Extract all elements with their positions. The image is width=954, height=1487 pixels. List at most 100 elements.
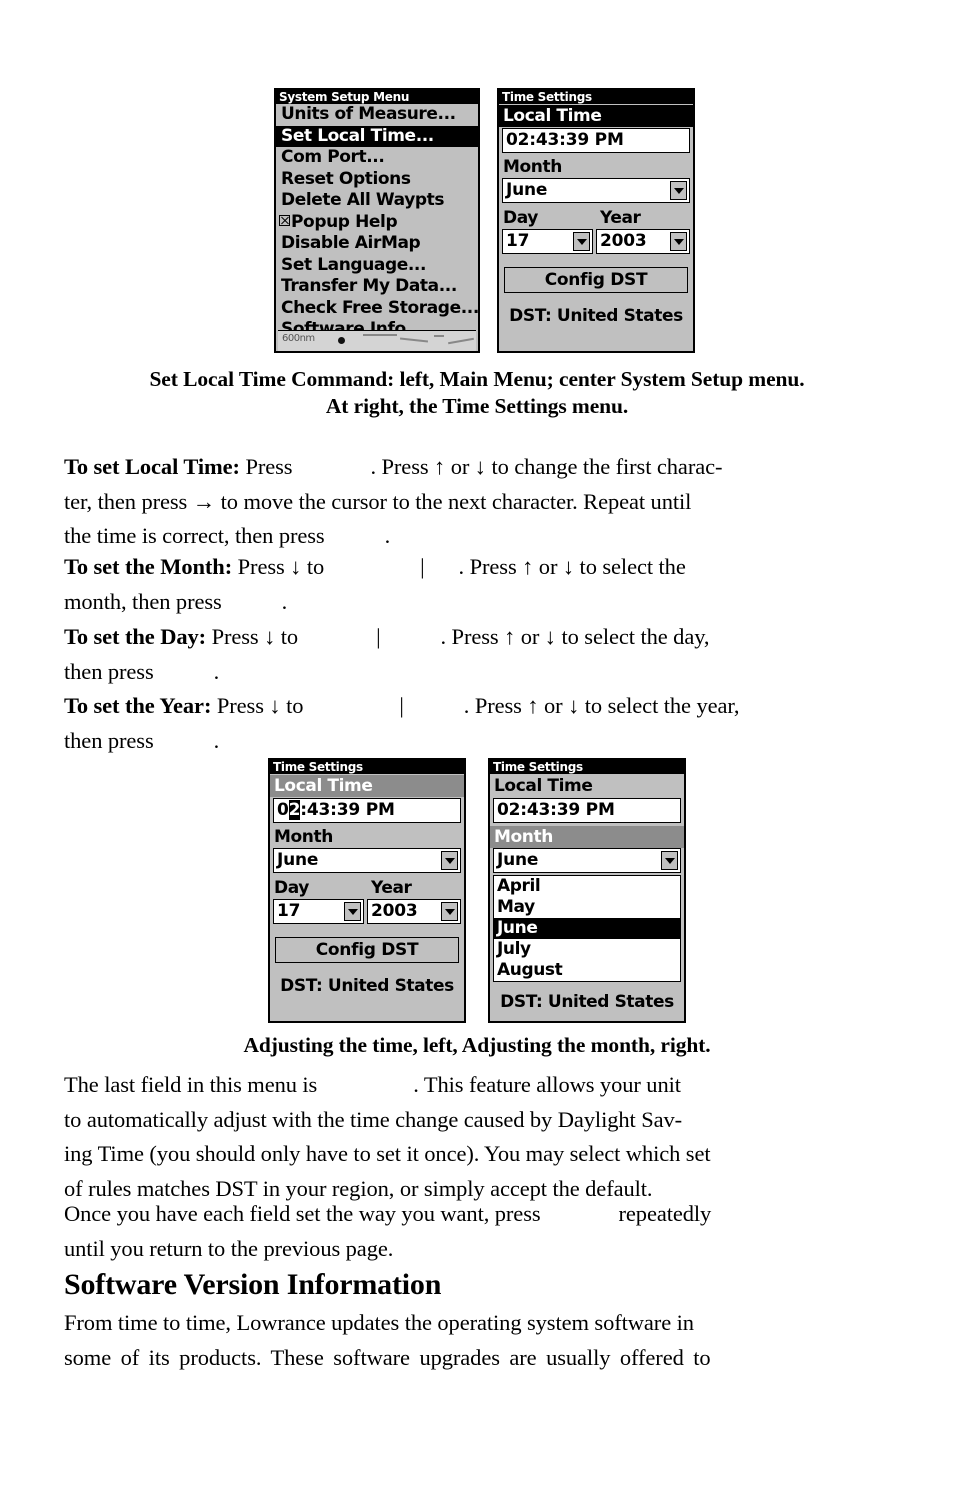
system-setup-menu-list: Units of Measure... Set Local Time... Co…	[276, 104, 478, 341]
month-label: Month	[503, 157, 562, 177]
time-settings-title: Time Settings	[499, 90, 693, 104]
paragraph-set-year: To set the Year: Press ↓ to | . Press ↑ or…	[64, 689, 890, 758]
menu-item-units-of-measure[interactable]: Units of Measure...	[276, 104, 478, 126]
chevron-down-icon[interactable]	[441, 851, 458, 870]
menu-item-delete-all-waypts[interactable]: Delete All Waypts	[276, 190, 478, 212]
paragraph-text: . This feature allows your unit	[413, 1072, 681, 1097]
month-select[interactable]: June	[502, 178, 690, 203]
local-time-value-after-cursor: :43:39 PM	[300, 800, 395, 820]
paragraph-text: From time to time, Lowrance updates the …	[64, 1310, 694, 1335]
year-select[interactable]: 2003	[367, 899, 461, 924]
month-option-june[interactable]: June	[494, 918, 680, 939]
month-select[interactable]: June	[493, 848, 681, 873]
paragraph-set-day: To set the Day: Press ↓ to | . Press ↑ or …	[64, 620, 890, 689]
paragraph-dst-explanation: The last field in this menu is . This fea…	[64, 1068, 890, 1206]
chevron-down-icon[interactable]	[670, 181, 687, 200]
month-option-label: June	[497, 918, 538, 938]
dst-status-label: DST: United States	[500, 992, 674, 1012]
paragraph-text: . Press ↑ or ↓ to change the first chara…	[370, 454, 723, 479]
day-value: 17	[506, 231, 530, 251]
month-option-label: August	[497, 960, 563, 980]
month-select[interactable]: June	[273, 848, 461, 873]
menu-item-label: Reset Options	[281, 168, 411, 189]
paragraph-text: repeatedly	[618, 1201, 712, 1226]
checkbox-checked-icon[interactable]	[279, 214, 290, 226]
chevron-down-icon[interactable]	[441, 902, 458, 921]
paragraph-text: ing Time (you should only have to set it…	[64, 1141, 711, 1166]
menu-item-popup-help[interactable]: Popup Help	[276, 212, 478, 234]
menu-item-reset-options[interactable]: Reset Options	[276, 169, 478, 191]
time-settings-title: Time Settings	[270, 760, 464, 774]
day-select[interactable]: 17	[502, 229, 593, 254]
chevron-down-icon[interactable]	[670, 232, 687, 251]
map-background-strip: 600nm	[278, 330, 476, 351]
menu-item-set-local-time[interactable]: Set Local Time...	[276, 125, 478, 147]
paragraph-text: Once you have each field set the way you…	[64, 1201, 541, 1226]
menu-item-set-language[interactable]: Set Language...	[276, 255, 478, 277]
local-time-field[interactable]: 02:43:39 PM	[493, 798, 681, 823]
year-value: 2003	[600, 231, 647, 251]
menu-item-label: Set Language...	[281, 254, 427, 275]
paragraph-lead-in: To set Local Time:	[64, 454, 240, 479]
pipe-separator: |	[376, 624, 381, 649]
day-label: Day	[503, 208, 538, 228]
menu-item-label: Transfer My Data...	[281, 276, 457, 296]
paragraph-lead-in: To set the Year:	[64, 693, 212, 718]
local-time-label: Local Time	[499, 105, 693, 127]
menu-item-label: Popup Help	[291, 211, 398, 232]
paragraph-set-local-time: To set Local Time: Press . Press ↑ or ↓ t…	[64, 450, 890, 554]
local-time-field[interactable]: 02:43:39 PM	[273, 798, 461, 823]
paragraph-text: the time is correct, then press	[64, 523, 325, 548]
month-label: Month	[490, 826, 684, 848]
month-value: June	[497, 850, 539, 870]
dst-status-label: DST: United States	[280, 976, 454, 996]
month-option-april[interactable]: April	[494, 876, 680, 897]
month-dropdown-list[interactable]: April May June July August	[493, 875, 681, 982]
month-label: Month	[274, 827, 333, 847]
menu-item-label: Disable AirMap	[281, 233, 421, 253]
chevron-down-icon[interactable]	[661, 851, 678, 870]
config-dst-button[interactable]: Config DST	[275, 937, 459, 963]
time-settings-title: Time Settings	[490, 760, 684, 774]
menu-item-check-free-storage[interactable]: Check Free Storage...	[276, 298, 478, 320]
paragraph-text: . Press ↑ or ↓ to select the year,	[463, 693, 740, 718]
paragraph-text: Press ↓ to	[211, 693, 304, 718]
local-time-field[interactable]: 02:43:39 PM	[502, 128, 690, 153]
paragraph-text: month, then press	[64, 588, 222, 614]
config-dst-button[interactable]: Config DST	[504, 267, 688, 293]
year-select[interactable]: 2003	[596, 229, 690, 254]
day-label: Day	[274, 878, 309, 898]
system-setup-menu-title: System Setup Menu	[276, 90, 478, 104]
figure1-caption: Set Local Time Command: left, Main Menu;…	[64, 366, 890, 420]
month-option-may[interactable]: May	[494, 897, 680, 918]
paragraph-once-complete: Once you have each field set the way you…	[64, 1197, 890, 1266]
adjusting-month-screenshot: Time Settings Local Time 02:43:39 PM Mon…	[488, 758, 686, 1023]
paragraph-text: . Press ↑ or ↓ to select the day,	[440, 624, 710, 649]
year-value: 2003	[371, 901, 418, 921]
section-heading-software-version-information: Software Version Information	[64, 1268, 442, 1301]
chevron-down-icon[interactable]	[573, 232, 590, 251]
chevron-down-icon[interactable]	[344, 902, 361, 921]
paragraph-text: .	[213, 658, 220, 684]
menu-item-label: Check Free Storage...	[281, 297, 479, 318]
menu-item-disable-airmap[interactable]: Disable AirMap	[276, 233, 478, 255]
month-option-label: April	[497, 876, 541, 896]
day-select[interactable]: 17	[273, 899, 364, 924]
month-option-august[interactable]: August	[494, 960, 680, 981]
paragraph-text: The last field in this menu is	[64, 1072, 318, 1097]
paragraph-text: until you return to the previous page.	[64, 1235, 394, 1261]
paragraph-text: . Press ↑ or ↓ to select the	[458, 554, 686, 579]
figure1-caption-line2: At right, the Time Settings menu.	[325, 394, 629, 418]
paragraph-text: some of its products. These software upg…	[64, 1344, 711, 1370]
menu-item-label: Set Local Time...	[281, 125, 434, 146]
month-value: June	[506, 180, 548, 200]
manual-page: System Setup Menu Units of Measure... Se…	[0, 0, 954, 1487]
menu-item-transfer-my-data[interactable]: Transfer My Data...	[276, 276, 478, 298]
figure2-caption: Adjusting the time, left, Adjusting the …	[64, 1032, 890, 1059]
paragraph-text: Press ↓ to	[206, 624, 299, 649]
menu-item-com-port[interactable]: Com Port...	[276, 147, 478, 169]
paragraph-text: .	[384, 523, 391, 548]
local-time-value: 02:43:39 PM	[497, 800, 615, 820]
month-option-july[interactable]: July	[494, 939, 680, 960]
paragraph-text: .	[213, 727, 220, 753]
